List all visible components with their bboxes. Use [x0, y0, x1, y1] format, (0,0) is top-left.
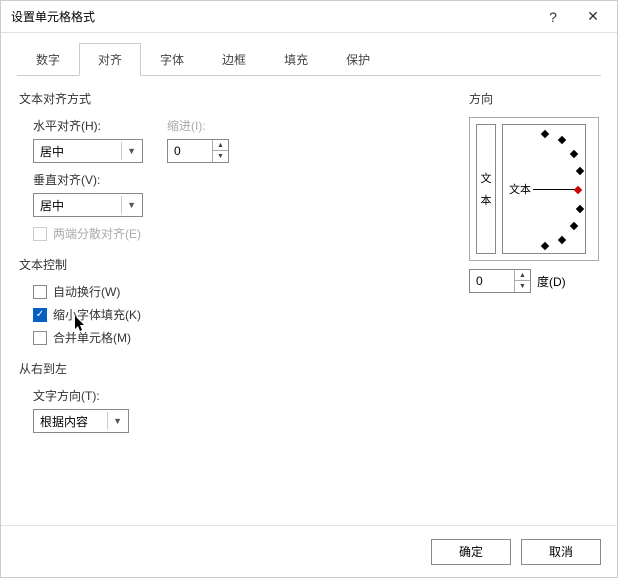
text-direction-label: 文字方向(T):	[33, 387, 449, 404]
text-direction-combo[interactable]: 根据内容 ▼	[33, 409, 129, 433]
wrap-text-row[interactable]: 自动换行(W)	[33, 283, 449, 300]
right-to-left-title: 从右到左	[19, 360, 449, 377]
dialog-footer: 确定 取消	[1, 525, 617, 577]
text-control-group: 文本控制 自动换行(W) ✓ 缩小字体填充(K) 合并单元格(M)	[19, 256, 449, 346]
text-alignment-title: 文本对齐方式	[19, 90, 449, 107]
degrees-up-button[interactable]: ▲	[515, 270, 530, 281]
merge-cells-row[interactable]: 合并单元格(M)	[33, 329, 449, 346]
text-direction-value: 根据内容	[40, 413, 113, 430]
tab-fill[interactable]: 填充	[265, 43, 327, 76]
shrink-to-fit-checkbox[interactable]: ✓	[33, 308, 47, 322]
shrink-to-fit-row[interactable]: ✓ 缩小字体填充(K)	[33, 306, 449, 323]
tab-border[interactable]: 边框	[203, 43, 265, 76]
justify-distributed-label: 两端分散对齐(E)	[53, 225, 141, 242]
indent-up-button[interactable]: ▲	[213, 140, 228, 151]
vertical-align-value: 居中	[40, 197, 127, 214]
indent-label: 缩进(I):	[167, 117, 229, 134]
justify-distributed-checkbox	[33, 227, 47, 241]
orientation-dial[interactable]: 文本	[502, 124, 586, 254]
tab-number[interactable]: 数字	[17, 43, 79, 76]
titlebar: 设置单元格格式 ? ✕	[1, 1, 617, 33]
tab-protection[interactable]: 保护	[327, 43, 389, 76]
degrees-down-button[interactable]: ▼	[515, 281, 530, 292]
text-alignment-group: 文本对齐方式 水平对齐(H): 居中 ▼ 垂直对齐(V):	[19, 90, 449, 242]
chevron-down-icon: ▼	[113, 416, 122, 426]
degrees-spinner[interactable]: 0 ▲ ▼	[469, 269, 531, 293]
orientation-vertical-button[interactable]: 文 本	[476, 124, 496, 254]
merge-cells-label: 合并单元格(M)	[53, 329, 131, 346]
indent-down-button[interactable]: ▼	[213, 151, 228, 162]
merge-cells-checkbox[interactable]	[33, 331, 47, 345]
shrink-to-fit-label: 缩小字体填充(K)	[53, 306, 141, 323]
format-cells-dialog: 设置单元格格式 ? ✕ 数字 对齐 字体 边框 填充 保护 文本对齐方式 水平对…	[0, 0, 618, 578]
cancel-button[interactable]: 取消	[521, 539, 601, 565]
dialog-title: 设置单元格格式	[11, 8, 533, 25]
wrap-text-checkbox[interactable]	[33, 285, 47, 299]
tab-strip: 数字 对齐 字体 边框 填充 保护	[1, 33, 617, 76]
horizontal-align-label: 水平对齐(H):	[33, 117, 143, 134]
horizontal-align-value: 居中	[40, 143, 127, 160]
chevron-down-icon: ▼	[127, 200, 136, 210]
orientation-dial-label: 文本	[509, 181, 531, 197]
close-button[interactable]: ✕	[573, 3, 613, 31]
tab-font[interactable]: 字体	[141, 43, 203, 76]
orientation-angle-marker	[574, 186, 582, 194]
help-button[interactable]: ?	[533, 3, 573, 31]
wrap-text-label: 自动换行(W)	[53, 283, 120, 300]
ok-button[interactable]: 确定	[431, 539, 511, 565]
indent-value: 0	[168, 144, 212, 158]
chevron-down-icon: ▼	[127, 146, 136, 156]
orientation-title: 方向	[469, 90, 599, 107]
vertical-align-label: 垂直对齐(V):	[33, 171, 143, 188]
content-area: 文本对齐方式 水平对齐(H): 居中 ▼ 垂直对齐(V):	[1, 76, 617, 525]
text-control-title: 文本控制	[19, 256, 449, 273]
degrees-label: 度(D)	[537, 273, 566, 290]
tab-alignment[interactable]: 对齐	[79, 43, 141, 76]
degrees-value: 0	[470, 274, 514, 288]
horizontal-align-combo[interactable]: 居中 ▼	[33, 139, 143, 163]
indent-spinner[interactable]: 0 ▲ ▼	[167, 139, 229, 163]
orientation-box: 文 本 文本	[469, 117, 599, 261]
justify-distributed-row: 两端分散对齐(E)	[33, 225, 449, 242]
right-to-left-group: 从右到左 文字方向(T): 根据内容 ▼	[19, 360, 449, 433]
vertical-align-combo[interactable]: 居中 ▼	[33, 193, 143, 217]
